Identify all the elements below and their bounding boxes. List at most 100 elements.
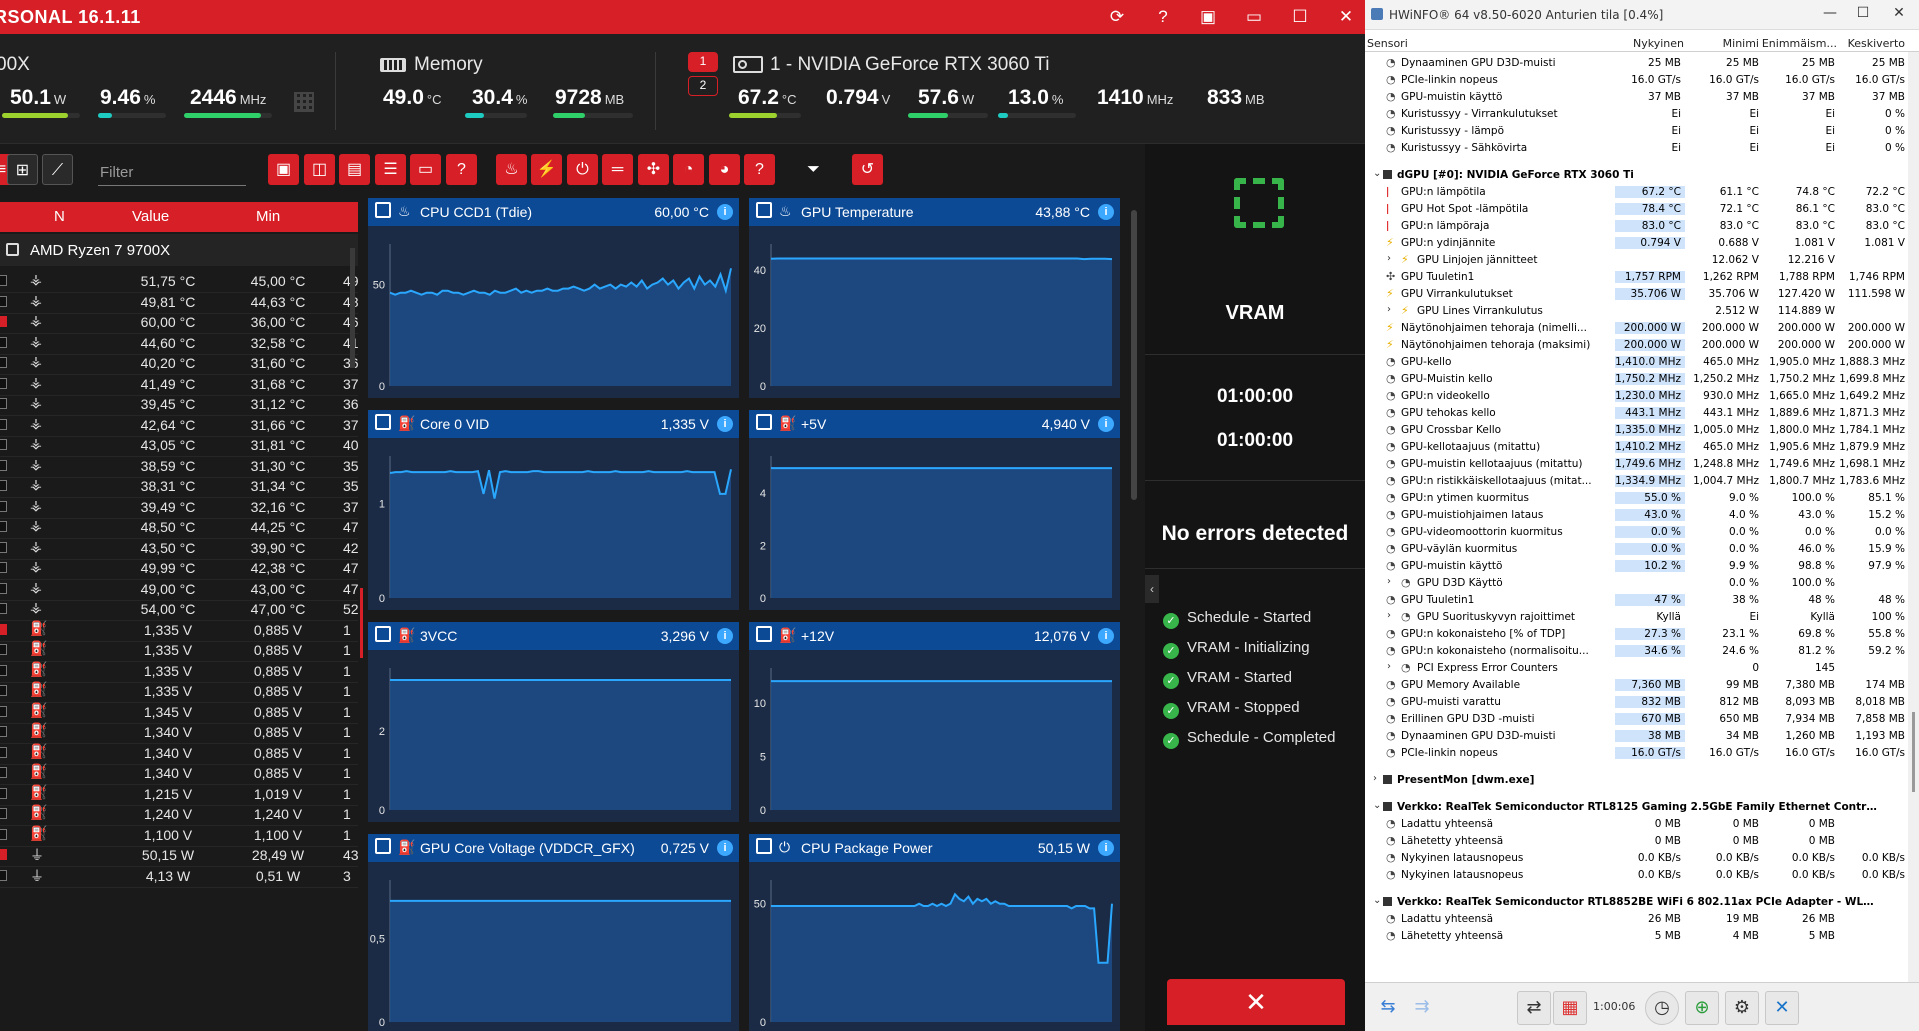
row-checkbox[interactable] (0, 787, 7, 799)
sensor-row[interactable]: ⚡ Näytönohjaimen tehoraja (nimelli... 200.… (1365, 319, 1905, 336)
row-checkbox[interactable] (0, 357, 7, 368)
sensor-row[interactable]: ◔ GPU Tuuletin1 47 % 38 % 48 % 48 % (1365, 591, 1905, 608)
power-filter-button[interactable]: ⏻ (567, 154, 598, 185)
row-checkbox[interactable] (0, 828, 7, 840)
sensor-row[interactable]: ⚡ Näytönohjaimen tehoraja (maksimi) 200.00… (1365, 336, 1905, 353)
row-checkbox[interactable] (0, 295, 7, 307)
sensor-row[interactable]: ◔ GPU-muistin käyttö 10.2 % 9.9 % 98.8 % 97.9… (1365, 557, 1905, 574)
hwinfo-scrollbar[interactable] (1908, 52, 1919, 982)
row-checkbox[interactable] (0, 746, 7, 758)
clock-filter-button[interactable]: ◔ (673, 154, 704, 185)
chevron-right-icon[interactable]: › (1387, 576, 1391, 587)
row-checkbox[interactable] (0, 808, 7, 819)
sensor-chart[interactable]: ⛽ +5V 4,940 V i 4 2 0 (749, 410, 1120, 610)
row-checkbox[interactable] (0, 726, 7, 737)
row-checkbox[interactable] (0, 500, 7, 512)
sensor-group-header[interactable]: ⌄ dGPU [#0]: NVIDIA GeForce RTX 3060 Ti (1365, 166, 1905, 183)
current-filter-button[interactable]: ═ (602, 154, 633, 185)
maximize-button[interactable]: ☐ (1853, 5, 1873, 21)
chevron-right-icon[interactable]: › (1387, 661, 1391, 672)
sensor-row[interactable]: ✣ GPU Tuuletin1 1,757 RPM 1,262 RPM 1,788 RP… (1365, 268, 1905, 285)
sensor-chart[interactable]: ⏻ CPU Package Power 50,15 W i 50 0 (749, 834, 1120, 1031)
chevron-down-icon[interactable]: ⌄ (1373, 895, 1381, 906)
fan-filter-button[interactable]: ✣ (638, 154, 669, 185)
gpu-badge-2[interactable]: 2 (688, 76, 718, 96)
info-icon[interactable]: i (717, 628, 733, 644)
arrows-right-icon[interactable]: ⇉ (1405, 991, 1439, 1025)
sensor-row[interactable]: ◔ GPU tehokas kello 443.1 MHz 443.1 MHz 1,88… (1365, 404, 1905, 421)
close-x-icon[interactable]: ✕ (1765, 991, 1799, 1025)
arrows-left-right-icon[interactable]: ⇆ (1371, 991, 1405, 1025)
other-filter-button[interactable]: ? (744, 154, 775, 185)
reset-filter-button[interactable]: ↺ (852, 154, 883, 185)
table-scrollbar[interactable] (350, 248, 355, 368)
row-checkbox[interactable] (0, 398, 7, 409)
column-name[interactable]: N (54, 208, 65, 225)
help-icon[interactable]: ? (1150, 4, 1176, 30)
column-value[interactable]: Value (132, 208, 169, 225)
sensor-row[interactable]: ǀ GPU Hot Spot -lämpötila 78.4 °C 72.1 °C 86… (1365, 200, 1905, 217)
charts-scrollbar[interactable] (1131, 210, 1137, 500)
sensor-row[interactable]: ◔ GPU-muisti varattu 832 MB 812 MB 8,093 MB 8… (1365, 693, 1905, 710)
gpu-filter-button[interactable]: ◫ (304, 154, 335, 185)
col-minimum[interactable]: Minimi (1693, 37, 1759, 50)
close-button[interactable]: ✕ (1889, 5, 1909, 21)
sensor-row[interactable]: ◔ Lähetetty yhteensä 5 MB 4 MB 5 MB (1365, 927, 1905, 944)
sensor-row[interactable]: ◔ Lähetetty yhteensä 0 MB 0 MB 0 MB (1365, 832, 1905, 849)
sensor-row[interactable]: › ⚡ GPU Lines Virrankulutus 2.512 W 114.889 … (1365, 302, 1905, 319)
chevron-right-icon[interactable]: › (1373, 773, 1377, 784)
filter-input[interactable] (98, 160, 246, 186)
stop-test-button[interactable]: ✕ (1167, 979, 1345, 1025)
sensor-row[interactable]: ◔ Kuristussyy - Sähkövirta Ei Ei Ei 0 % (1365, 139, 1905, 156)
sensor-row[interactable]: ◔ GPU Crossbar Kello 1,335.0 MHz 1,005.0 MH… (1365, 421, 1905, 438)
row-checkbox[interactable] (0, 316, 7, 327)
row-checkbox[interactable] (0, 582, 7, 594)
sensor-chart[interactable]: ⛽ 3VCC 3,296 Vi20 (368, 622, 739, 822)
motherboard-filter-button[interactable]: ▤ (339, 154, 370, 185)
info-icon[interactable]: i (717, 204, 733, 220)
sensor-row[interactable]: ⏚ 4,13 W 0,51 W 3 (0, 863, 358, 888)
sensor-row[interactable]: ◔ Kuristussyy - lämpö Ei Ei Ei 0 % (1365, 122, 1905, 139)
network-icon[interactable]: ⇄ (1517, 991, 1551, 1025)
chevron-down-icon[interactable]: ⌄ (1373, 168, 1381, 179)
sensor-row[interactable]: ◔ GPU:n ristikkäiskellotaajuus (mitat... 1… (1365, 472, 1905, 489)
sensor-group-header[interactable]: ⌄ Verkko: RealTek Semiconductor RTL8125 G… (1365, 798, 1905, 815)
row-checkbox[interactable] (0, 705, 7, 717)
sensor-row[interactable]: ◔ PCIe-linkin nopeus 16.0 GT/s 16.0 GT/s 16.… (1365, 71, 1905, 88)
gpu-badge-1[interactable]: 1 (688, 52, 718, 72)
sensor-group-header[interactable]: ⌄ Verkko: RealTek Semiconductor RTL8852BE… (1365, 893, 1905, 910)
sensor-chart[interactable]: ⛽ +12V 12,076 V i 10 5 0 (749, 622, 1120, 822)
row-checkbox[interactable] (0, 275, 7, 286)
row-checkbox[interactable] (0, 541, 7, 553)
sensor-chart[interactable]: ⛽ Core 0 VID 1,335 Vi10 (368, 410, 739, 610)
gear-icon[interactable]: ⚙ (1725, 991, 1759, 1025)
row-checkbox[interactable] (0, 439, 7, 450)
sensor-row[interactable]: ◔ GPU-Muistin kello 1,750.2 MHz 1,250.2 MHz… (1365, 370, 1905, 387)
row-checkbox[interactable] (0, 603, 7, 614)
col-sensor[interactable]: Sensori (1367, 37, 1408, 50)
chart-view-button[interactable]: ⟋ (42, 154, 73, 185)
minimize-button[interactable]: — (1820, 5, 1840, 21)
voltage-filter-button[interactable]: ⚡ (531, 154, 562, 185)
sensor-row[interactable]: ◔ Kuristussyy - Virrankulutukset Ei Ei Ei 0 % (1365, 105, 1905, 122)
sensor-row[interactable]: ⚡ GPU:n ydinjännite 0.794 V 0.688 V 1.081 V 1… (1365, 234, 1905, 251)
maximize-button[interactable]: ☐ (1287, 4, 1313, 30)
sensor-row[interactable]: › ◔ PCI Express Error Counters 0 145 (1365, 659, 1905, 676)
sensor-row[interactable]: ◔ GPU-videomoottorin kuormitus 0.0 % 0.0 % 0… (1365, 523, 1905, 540)
row-checkbox[interactable] (0, 849, 7, 860)
info-icon[interactable]: i (1098, 840, 1114, 856)
row-checkbox[interactable] (0, 459, 7, 471)
sensor-row[interactable]: ◔ GPU-väylän kuormitus 0.0 % 0.0 % 46.0 % 15.… (1365, 540, 1905, 557)
scroll-thumb[interactable] (1912, 712, 1915, 792)
sensor-row[interactable]: ǀ GPU:n lämpötila 67.2 °C 61.1 °C 74.8 °C 72.… (1365, 183, 1905, 200)
sensor-row[interactable]: ◔ Dynaaminen GPU D3D-muisti 25 MB 25 MB 25 M… (1365, 54, 1905, 71)
info-icon[interactable]: i (1098, 416, 1114, 432)
sensor-row[interactable]: ◔ GPU-kellotaajuus (mitattu) 1,410.2 MHz 46… (1365, 438, 1905, 455)
sensor-row[interactable]: ◔ GPU-muistin käyttö 37 MB 37 MB 37 MB 37 MB (1365, 88, 1905, 105)
cpu-filter-button[interactable]: ▣ (268, 154, 299, 185)
memory-filter-button[interactable]: ▭ (410, 154, 441, 185)
sensor-row[interactable]: ◔ Dynaaminen GPU D3D-muisti 38 MB 34 MB 1,26… (1365, 727, 1905, 744)
camera-icon[interactable]: ▣ (1195, 4, 1221, 30)
row-checkbox[interactable] (0, 336, 7, 348)
info-icon[interactable]: i (717, 840, 733, 856)
